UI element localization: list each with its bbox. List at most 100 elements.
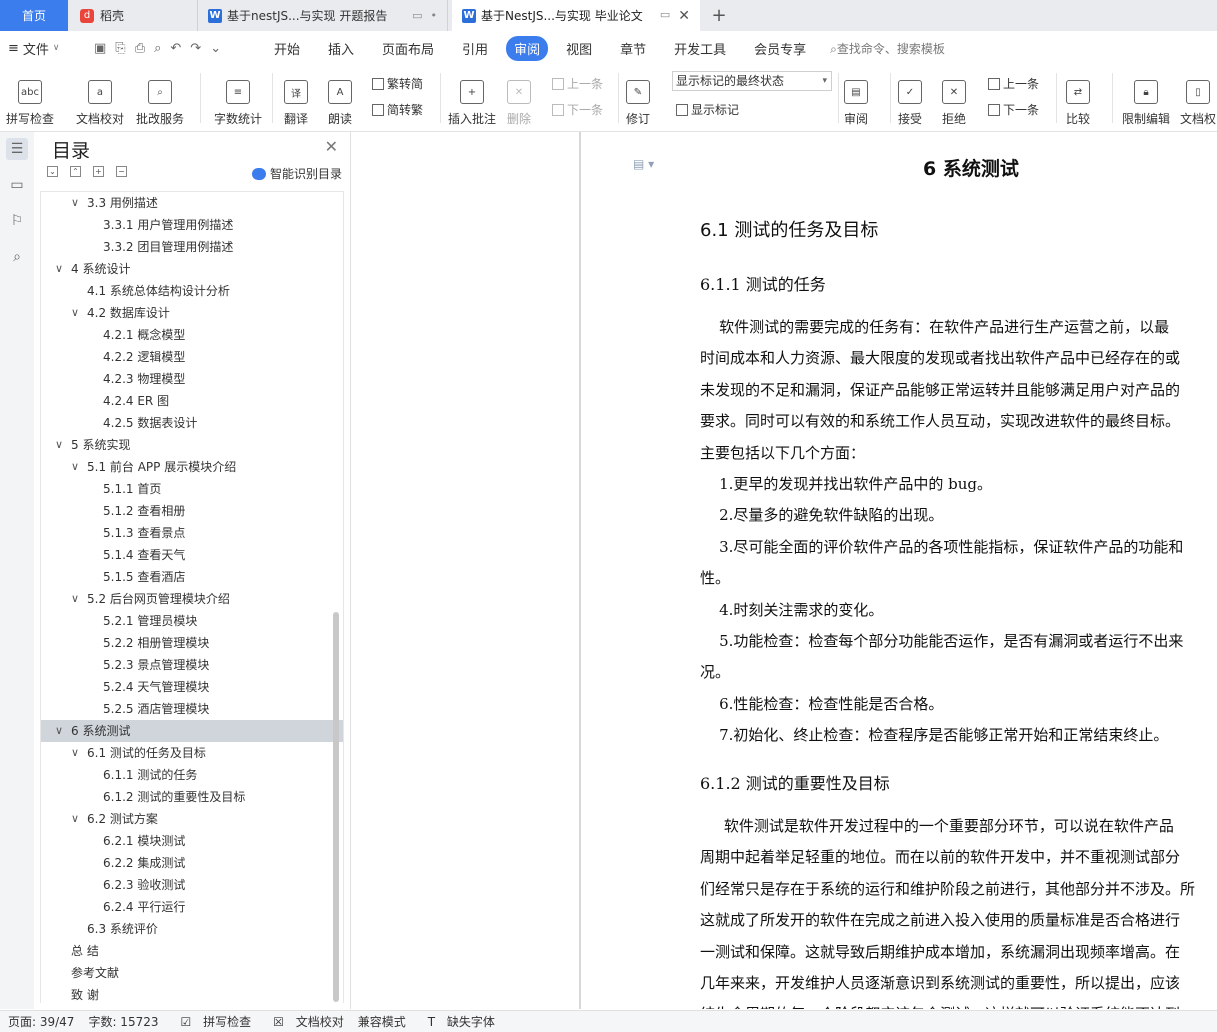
prev-comment-button[interactable]: 上一条 (552, 75, 603, 92)
toc-item[interactable]: 5.1.3 查看景点 (41, 522, 343, 544)
doc-rights-button[interactable]: ▯ 文档权 (1180, 69, 1216, 127)
spellcheck-button[interactable]: abc 拼写检查 (6, 69, 54, 127)
command-search[interactable]: ⌕查找命令、搜索模板 (830, 40, 945, 57)
tab-document-proposal[interactable]: W 基于nestJS...与实现 开题报告 ▭ • (198, 0, 448, 31)
toc-item[interactable]: 5.2.5 酒店管理模块 (41, 698, 343, 720)
tab-home[interactable]: 首页 (0, 0, 68, 31)
toc-item[interactable]: 5.1.4 查看天气 (41, 544, 343, 566)
read-aloud-button[interactable]: A 朗读 (328, 69, 352, 127)
toc-item[interactable]: 6.2.3 验收测试 (41, 874, 343, 896)
tab-document-thesis[interactable]: W 基于NestJS...与实现 毕业论文 ▭ ✕ (452, 0, 700, 31)
delete-comment-button[interactable]: ✕ 删除 (507, 69, 531, 127)
toc-item[interactable]: 4.1 系统总体结构设计分析 (41, 280, 343, 302)
print-preview-icon[interactable]: ⌕ (154, 41, 161, 56)
simp-to-trad-button[interactable]: 简转繁 (372, 101, 423, 118)
document-page[interactable]: ▤ ▾ 6 系统测试 6.1 测试的任务及目标 6.1.1 测试的任务 软件测试… (581, 132, 1217, 1009)
menu-tab-6[interactable]: 章节 (610, 36, 656, 61)
screen-icon[interactable]: ▭ (412, 9, 422, 22)
toc-item[interactable]: 6.1.1 测试的任务 (41, 764, 343, 786)
toc-item[interactable]: 总 结 (41, 940, 343, 962)
expand-all-icon[interactable]: ⌄ (47, 166, 58, 177)
menu-tab-1[interactable]: 插入 (318, 36, 364, 61)
reject-button[interactable]: ✕ 拒绝 (942, 69, 966, 127)
toc-item[interactable]: 5.1.1 首页 (41, 478, 343, 500)
toc-item[interactable]: ∨ 6 系统测试 (41, 720, 343, 742)
accept-button[interactable]: ✓ 接受 (898, 69, 922, 127)
toc-item[interactable]: ∨ 4.2 数据库设计 (41, 302, 343, 324)
word-count-indicator[interactable]: 字数: 15723 (88, 1013, 158, 1030)
smart-toc-button[interactable]: 智能识别目录 (251, 165, 342, 182)
undo-icon[interactable]: ↶ (170, 41, 181, 56)
toc-item[interactable]: 5.1.5 查看酒店 (41, 566, 343, 588)
trad-to-simp-button[interactable]: 繁转简 (372, 75, 423, 92)
chevron-down-icon[interactable]: ∨ (55, 258, 63, 280)
close-icon[interactable]: ✕ (325, 137, 338, 156)
toc-item[interactable]: 6.2.1 模块测试 (41, 830, 343, 852)
insert-comment-button[interactable]: + 插入批注 (448, 69, 496, 127)
chevron-down-icon[interactable]: ∨ (55, 720, 63, 742)
doc-proof-button[interactable]: a 文档校对 (76, 69, 124, 127)
menu-tab-7[interactable]: 开发工具 (664, 36, 736, 61)
file-menu[interactable]: ≡ 文件 ∨ (8, 39, 74, 58)
chevron-down-icon[interactable]: ∨ (71, 742, 79, 764)
toc-item[interactable]: ∨ 4 系统设计 (41, 258, 343, 280)
toc-item[interactable]: 4.2.2 逻辑模型 (41, 346, 343, 368)
restrict-edit-button[interactable]: 🔒︎ 限制编辑 (1122, 69, 1170, 127)
chevron-down-icon[interactable]: ∨ (71, 192, 79, 214)
toc-item[interactable]: 4.2.5 数据表设计 (41, 412, 343, 434)
toc-item[interactable]: 3.3.2 团目管理用例描述 (41, 236, 343, 258)
toc-item[interactable]: ∨ 5 系统实现 (41, 434, 343, 456)
compare-button[interactable]: ⇄ 比较 (1066, 69, 1090, 127)
dot-icon[interactable]: • (431, 9, 438, 22)
toc-item[interactable]: 参考文献 (41, 962, 343, 984)
menu-tab-5[interactable]: 视图 (556, 36, 602, 61)
toc-item[interactable]: 5.2.2 相册管理模块 (41, 632, 343, 654)
toc-item[interactable]: ∨ 3.3 用例描述 (41, 192, 343, 214)
search-icon[interactable]: ⌕ (6, 246, 28, 268)
status-doc-proof[interactable]: ☒ 文档校对 (265, 1013, 344, 1030)
missing-font[interactable]: T 缺失字体 (420, 1013, 495, 1030)
toc-item[interactable]: ∨ 5.1 前台 APP 展示模块介绍 (41, 456, 343, 478)
toc-item[interactable]: 6.1.2 测试的重要性及目标 (41, 786, 343, 808)
chevron-down-icon[interactable]: ∨ (55, 434, 63, 456)
chevron-down-icon[interactable]: ∨ (71, 456, 79, 478)
markup-state-select[interactable]: 显示标记的最终状态 ▾ (672, 71, 832, 91)
toc-item[interactable]: ∨ 6.1 测试的任务及目标 (41, 742, 343, 764)
prev-change-button[interactable]: 上一条 (988, 75, 1039, 92)
next-change-button[interactable]: 下一条 (988, 101, 1039, 118)
chevron-down-icon[interactable]: ∨ (71, 302, 79, 324)
chevron-down-icon[interactable]: ∨ (71, 588, 79, 610)
close-icon[interactable]: ✕ (678, 8, 690, 24)
export-pdf-icon[interactable]: ⎘ (115, 41, 125, 56)
menu-tab-2[interactable]: 页面布局 (372, 36, 444, 61)
print-icon[interactable]: ⎙ (135, 41, 145, 56)
more-icon[interactable]: ⌄ (210, 41, 221, 56)
toc-item[interactable]: 6.3 系统评价 (41, 918, 343, 940)
menu-tab-4[interactable]: 审阅 (506, 35, 549, 61)
collapse-all-icon[interactable]: ⌃ (70, 166, 81, 177)
translate-button[interactable]: 译翻译 (284, 69, 308, 127)
next-comment-button[interactable]: 下一条 (552, 101, 603, 118)
redo-icon[interactable]: ↷ (190, 41, 201, 56)
toc-item[interactable]: 4.2.1 概念模型 (41, 324, 343, 346)
toc-item[interactable]: ∨ 6.2 测试方案 (41, 808, 343, 830)
screen-icon[interactable]: ▭ (660, 8, 670, 24)
toc-icon[interactable]: ☰ (6, 138, 28, 160)
toc-item[interactable]: 致 谢 (41, 984, 343, 1003)
chapter-icon[interactable]: ▭ (6, 174, 28, 196)
toc-item[interactable]: 4.2.3 物理模型 (41, 368, 343, 390)
menu-tab-0[interactable]: 开始 (264, 36, 310, 61)
toc-item[interactable]: 5.2.3 景点管理模块 (41, 654, 343, 676)
page-menu-icon[interactable]: ▤ ▾ (633, 157, 654, 171)
batch-service-button[interactable]: ⌕ 批改服务 (136, 69, 184, 127)
toc-scrollbar[interactable] (333, 612, 339, 1002)
save-icon[interactable]: ▣ (94, 41, 106, 56)
show-markup-button[interactable]: 显示标记 (676, 101, 739, 118)
toc-item[interactable]: 5.2.1 管理员模块 (41, 610, 343, 632)
revise-button[interactable]: ✎ 修订 (626, 69, 650, 127)
toc-item[interactable]: ∨ 5.2 后台网页管理模块介绍 (41, 588, 343, 610)
new-tab-button[interactable]: + (706, 0, 732, 31)
remove-heading-icon[interactable]: − (116, 166, 127, 177)
tab-daoke[interactable]: d 稻壳 (68, 0, 198, 31)
add-heading-icon[interactable]: + (93, 166, 104, 177)
